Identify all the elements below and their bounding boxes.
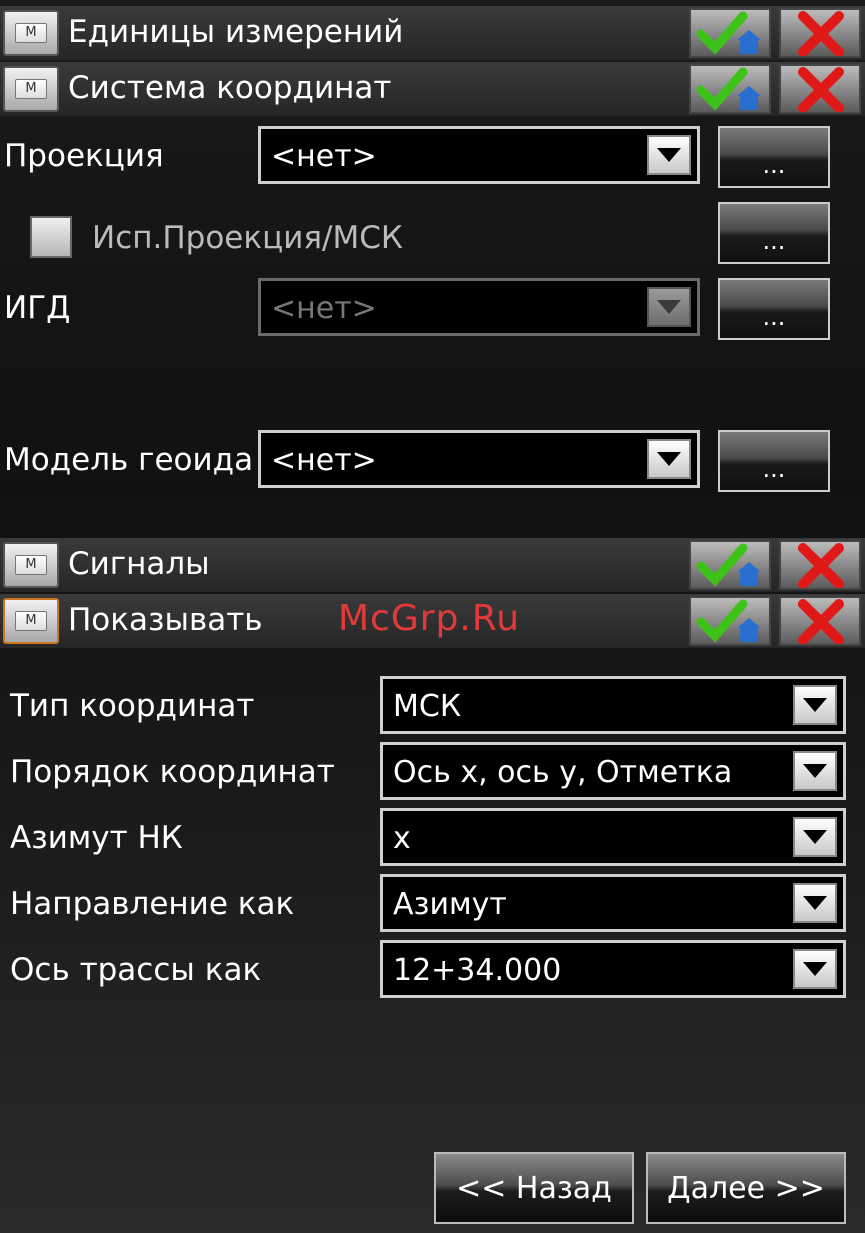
igd-more-button[interactable]: ... bbox=[718, 278, 830, 340]
chevron-down-icon[interactable] bbox=[793, 685, 837, 725]
coord-type-value: МСК bbox=[393, 689, 462, 724]
coord-order-value: Ось x, ось y, Отметка bbox=[393, 755, 733, 790]
direction-value: Азимут bbox=[393, 887, 507, 922]
geoid-more-button[interactable]: ... bbox=[718, 430, 830, 492]
watermark: McGrp.Ru bbox=[338, 598, 521, 639]
units-header-label: Единицы измерений bbox=[68, 14, 404, 50]
chevron-down-icon[interactable] bbox=[793, 817, 837, 857]
check-home-icon bbox=[696, 67, 761, 111]
use-projection-more-button[interactable]: ... bbox=[718, 202, 830, 264]
show-accept-button[interactable] bbox=[689, 596, 771, 646]
geoid-value: <нет> bbox=[271, 443, 377, 478]
coord-type-label: Тип координат bbox=[10, 688, 255, 724]
chevron-down-icon[interactable] bbox=[647, 287, 691, 327]
m-glyph: M bbox=[15, 79, 47, 99]
coord-system-accept-button[interactable] bbox=[689, 64, 771, 114]
m-glyph: M bbox=[15, 611, 47, 631]
projection-label: Проекция bbox=[4, 138, 164, 174]
show-menu-button[interactable]: M bbox=[3, 598, 59, 644]
coord-type-select[interactable]: МСК bbox=[380, 676, 846, 734]
chevron-down-icon[interactable] bbox=[793, 949, 837, 989]
signals-accept-button[interactable] bbox=[689, 540, 771, 590]
azimuth-label: Азимут НК bbox=[10, 820, 183, 856]
route-axis-value: 12+34.000 bbox=[393, 953, 562, 988]
m-glyph: M bbox=[15, 555, 47, 575]
check-home-icon bbox=[696, 543, 761, 587]
signals-header-label: Сигналы bbox=[68, 546, 210, 582]
coord-order-label: Порядок координат bbox=[10, 754, 335, 790]
x-icon bbox=[798, 543, 844, 588]
back-button[interactable]: << Назад bbox=[434, 1152, 634, 1224]
projection-select[interactable]: <нет> bbox=[258, 126, 700, 184]
use-projection-label: Исп.Проекция/МСК bbox=[92, 220, 403, 256]
units-menu-button[interactable]: M bbox=[3, 10, 59, 56]
x-icon bbox=[798, 67, 844, 112]
coord-order-select[interactable]: Ось x, ось y, Отметка bbox=[380, 742, 846, 800]
coord-system-header-label: Система координат bbox=[68, 70, 392, 106]
x-icon bbox=[798, 599, 844, 644]
coord-system-header-row: M Система координат bbox=[0, 62, 865, 116]
signals-reject-button[interactable] bbox=[779, 540, 861, 590]
chevron-down-icon[interactable] bbox=[793, 751, 837, 791]
igd-value: <нет> bbox=[271, 291, 377, 326]
route-axis-select[interactable]: 12+34.000 bbox=[380, 940, 846, 998]
projection-value: <нет> bbox=[271, 139, 377, 174]
check-home-icon bbox=[696, 11, 761, 55]
coord-system-reject-button[interactable] bbox=[779, 64, 861, 114]
show-reject-button[interactable] bbox=[779, 596, 861, 646]
igd-label: ИГД bbox=[4, 290, 71, 326]
chevron-down-icon[interactable] bbox=[647, 439, 691, 479]
signals-menu-button[interactable]: M bbox=[3, 542, 59, 588]
geoid-select[interactable]: <нет> bbox=[258, 430, 700, 488]
coord-system-menu-button[interactable]: M bbox=[3, 66, 59, 112]
chevron-down-icon[interactable] bbox=[647, 135, 691, 175]
azimuth-value: x bbox=[393, 821, 411, 856]
route-axis-label: Ось трассы как bbox=[10, 952, 262, 988]
direction-select[interactable]: Азимут bbox=[380, 874, 846, 932]
check-home-icon bbox=[696, 599, 761, 643]
direction-label: Направление как bbox=[10, 886, 295, 922]
x-icon bbox=[798, 11, 844, 56]
next-button[interactable]: Далее >> bbox=[646, 1152, 846, 1224]
projection-more-button[interactable]: ... bbox=[718, 126, 830, 188]
units-header-row: M Единицы измерений bbox=[0, 6, 865, 60]
show-header-label: Показывать bbox=[68, 602, 263, 638]
igd-select[interactable]: <нет> bbox=[258, 278, 700, 336]
azimuth-select[interactable]: x bbox=[380, 808, 846, 866]
geoid-label: Модель геоида bbox=[4, 442, 254, 478]
units-reject-button[interactable] bbox=[779, 8, 861, 58]
m-glyph: M bbox=[15, 23, 47, 43]
chevron-down-icon[interactable] bbox=[793, 883, 837, 923]
units-accept-button[interactable] bbox=[689, 8, 771, 58]
use-projection-checkbox[interactable] bbox=[30, 216, 72, 258]
signals-header-row: M Сигналы bbox=[0, 538, 865, 592]
